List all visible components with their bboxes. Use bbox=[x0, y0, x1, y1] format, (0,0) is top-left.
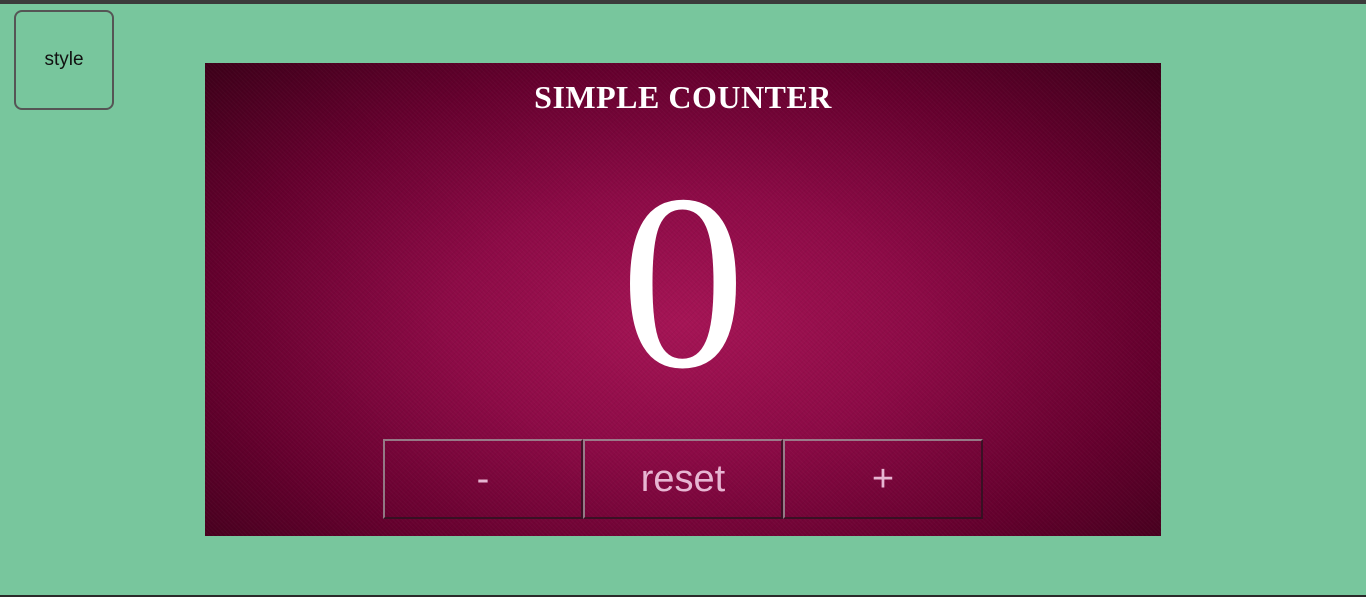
counter-controls: - reset + bbox=[383, 439, 983, 519]
counter-panel: SIMPLE COUNTER 0 - reset + bbox=[205, 63, 1161, 536]
increment-button[interactable]: + bbox=[783, 439, 983, 519]
style-button[interactable]: style bbox=[14, 10, 114, 110]
counter-title: SIMPLE COUNTER bbox=[534, 79, 832, 115]
window-top-border bbox=[0, 0, 1366, 4]
reset-button[interactable]: reset bbox=[583, 439, 783, 519]
decrement-button[interactable]: - bbox=[383, 439, 583, 519]
counter-value: 0 bbox=[620, 144, 746, 421]
